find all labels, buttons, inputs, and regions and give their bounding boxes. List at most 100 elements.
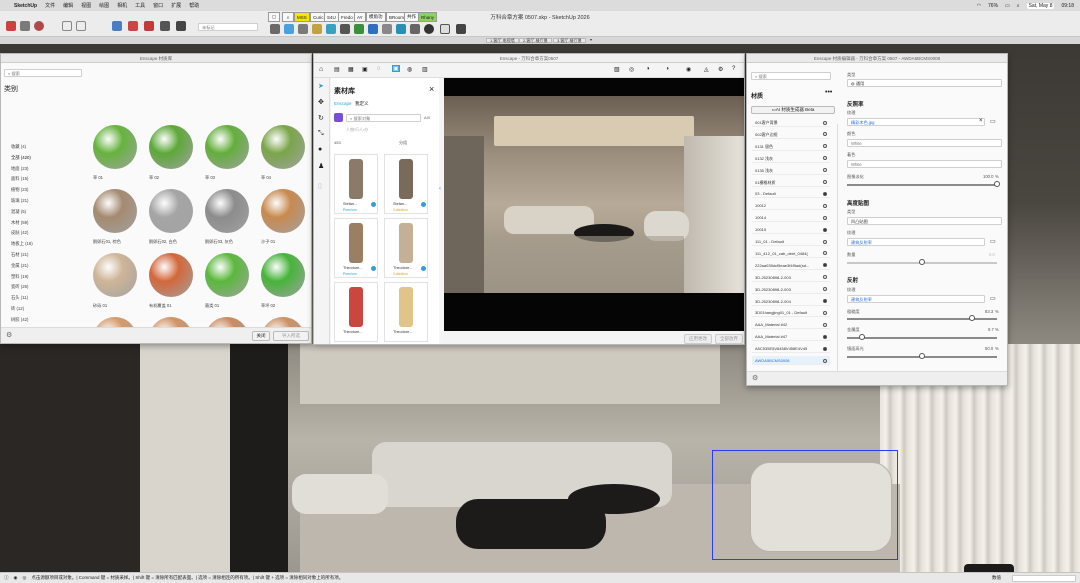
asset-card[interactable]: Stefan... Premium <box>334 154 378 214</box>
material-editor-titlebar[interactable]: Enscape 材质编辑器 - 万科合章方案 0507 - AWDA5BCMS0… <box>747 54 1007 63</box>
material-swatch[interactable] <box>93 253 137 297</box>
tool-icon-c[interactable] <box>298 24 308 34</box>
folder-icon[interactable]: ▭ <box>990 118 996 125</box>
eraser-tool-icon[interactable] <box>20 21 30 31</box>
select-tool-icon[interactable] <box>6 21 16 31</box>
cube-icon[interactable]: ▥ <box>422 66 428 73</box>
specular-value[interactable]: 50.0 <box>985 346 993 351</box>
cloud-icon[interactable]: ◗ <box>666 66 670 72</box>
category-item[interactable]: 木材 (59) <box>11 220 28 226</box>
material-list-item[interactable]: 3D-25230898-2-003 <box>752 273 830 282</box>
paint-tool-icon[interactable] <box>34 21 44 31</box>
trash-icon[interactable]: ▯ <box>318 182 322 190</box>
tab-enscape[interactable]: Enscape <box>334 101 352 106</box>
filter-button[interactable]: AIX <box>424 115 430 120</box>
category-item[interactable]: 皮肤 (42) <box>11 230 28 236</box>
material-status-dot[interactable] <box>823 346 827 351</box>
height-folder-icon[interactable]: ▭ <box>990 238 996 245</box>
collapse-panel-icon[interactable]: ‹ <box>439 186 441 192</box>
material-swatch[interactable] <box>205 253 249 297</box>
datetime-time[interactable]: 09:18 <box>1061 3 1074 9</box>
measurements-input[interactable] <box>1012 574 1076 582</box>
redo-icon[interactable] <box>76 21 86 31</box>
material-list-item[interactable]: 10014 <box>752 213 830 223</box>
tool-icon-f[interactable] <box>340 24 350 34</box>
home-icon[interactable]: ⌂ <box>319 66 323 73</box>
light-icon[interactable]: ◌ <box>377 66 381 72</box>
brightness-slider-track[interactable] <box>847 184 997 186</box>
drop-icon[interactable]: ● <box>318 146 322 153</box>
category-item[interactable]: 植物 (23) <box>11 187 28 193</box>
help-icon[interactable]: ? <box>732 66 735 72</box>
globe-icon[interactable]: ◎ <box>629 66 634 73</box>
battery-icon[interactable]: ▭ <box>1005 3 1010 9</box>
material-list-item[interactable]: A5C535E5V8458V458E4V45 <box>752 344 830 354</box>
checked-icon[interactable] <box>421 266 426 271</box>
more-options-icon[interactable]: ••• <box>825 89 832 96</box>
scene-tab-2[interactable]: 2.客厅-餐厅景 <box>519 38 552 43</box>
category-item[interactable]: 面料 (15) <box>11 176 28 182</box>
material-list-item[interactable]: 0131 银色 <box>752 142 830 151</box>
menu-help[interactable]: 帮助 <box>189 2 199 9</box>
settings-icon[interactable]: ⚙ <box>718 66 723 73</box>
material-status-dot[interactable] <box>823 239 827 244</box>
material-status-dot[interactable] <box>823 299 827 303</box>
material-swatch[interactable] <box>205 125 249 169</box>
tool-icon-j[interactable] <box>396 24 406 34</box>
metal-value[interactable]: 9.7 <box>988 327 994 332</box>
material-list-item[interactable]: 3D01hangjing01_01 - Default <box>752 308 830 318</box>
select-pointer-icon[interactable]: ➤ <box>318 82 324 90</box>
material-list-item[interactable]: 222aa035dcf5eae3f4f9ad(sd... <box>752 261 830 270</box>
category-item[interactable]: 收藏 (4) <box>11 144 26 150</box>
asset-search-input[interactable]: ⌕ 搜索对象 <box>346 114 421 122</box>
material-status-dot[interactable] <box>823 227 827 232</box>
height-texture-file[interactable]: 建筑反射率 <box>851 240 872 245</box>
menu-tools[interactable]: 工具 <box>135 2 145 9</box>
material-status-dot[interactable] <box>823 358 827 363</box>
menu-camera[interactable]: 相机 <box>117 2 127 9</box>
material-list-item[interactable]: AAA_Material #42 <box>752 320 830 330</box>
geo-icon[interactable]: ◎ <box>22 575 26 581</box>
material-swatch[interactable] <box>261 125 305 169</box>
menu-file[interactable]: 文件 <box>45 2 55 9</box>
material-swatch[interactable] <box>261 253 305 297</box>
asset-card[interactable]: Theodore... <box>334 282 378 342</box>
material-swatch[interactable] <box>149 125 193 169</box>
material-list-item[interactable]: 10012 <box>752 201 830 211</box>
material-list-item[interactable]: 01栅格材质 <box>752 178 830 187</box>
material-swatch[interactable] <box>149 253 193 297</box>
tab-custom[interactable]: 我定义 <box>355 101 369 107</box>
video-icon[interactable]: ▣ <box>362 66 368 73</box>
undo-icon[interactable] <box>62 21 72 31</box>
user-icon[interactable]: ◉ <box>14 575 18 581</box>
category-item[interactable]: 地板上 (18) <box>11 241 33 247</box>
enscape-render-viewport[interactable]: ‹ <box>439 78 744 331</box>
import-selected-button[interactable]: 导入所选 <box>273 331 309 341</box>
tool-icon-k[interactable] <box>410 24 420 34</box>
tool-icon-e[interactable] <box>326 24 336 34</box>
orbit-tool-icon[interactable] <box>160 21 170 31</box>
asset-card[interactable]: Theodore... Collection <box>384 218 428 278</box>
material-list-item[interactable]: 3D-25230898-2-004 <box>752 297 830 306</box>
plugin-ay[interactable]: AY <box>354 12 366 22</box>
reflection-texture-file[interactable]: 建筑反射率 <box>851 297 872 302</box>
amount-value[interactable]: 0.0 <box>989 252 995 257</box>
brightness-value[interactable]: 100.0 <box>983 174 993 179</box>
close-icon[interactable]: × <box>429 84 434 94</box>
checked-icon[interactable] <box>371 266 376 271</box>
material-library-titlebar[interactable]: Enscape 材质库 <box>1 54 311 63</box>
menu-edit[interactable]: 编辑 <box>63 2 73 9</box>
asset-library-icon[interactable]: ▣ <box>392 65 400 72</box>
material-list-item[interactable]: 001客户背景 <box>752 118 830 127</box>
rotate-icon[interactable]: ↻ <box>318 114 324 122</box>
calendar-icon[interactable]: ▦ <box>348 66 354 73</box>
reflection-texture-input[interactable]: 建筑反射率 <box>847 295 985 303</box>
category-breadcrumb[interactable]: 人物/行人/办 <box>346 127 368 133</box>
material-list-item[interactable]: AAA_Material #47 <box>752 332 830 342</box>
ai-material-generator-button[interactable]: ▭ AI 材质生成器 Beta <box>751 106 835 114</box>
move-tool-icon[interactable] <box>112 21 122 31</box>
category-item[interactable]: 地面 (23) <box>11 166 28 172</box>
material-swatch[interactable] <box>261 189 305 233</box>
category-item[interactable]: 石材 (21) <box>11 252 28 258</box>
checked-icon[interactable] <box>421 202 426 207</box>
